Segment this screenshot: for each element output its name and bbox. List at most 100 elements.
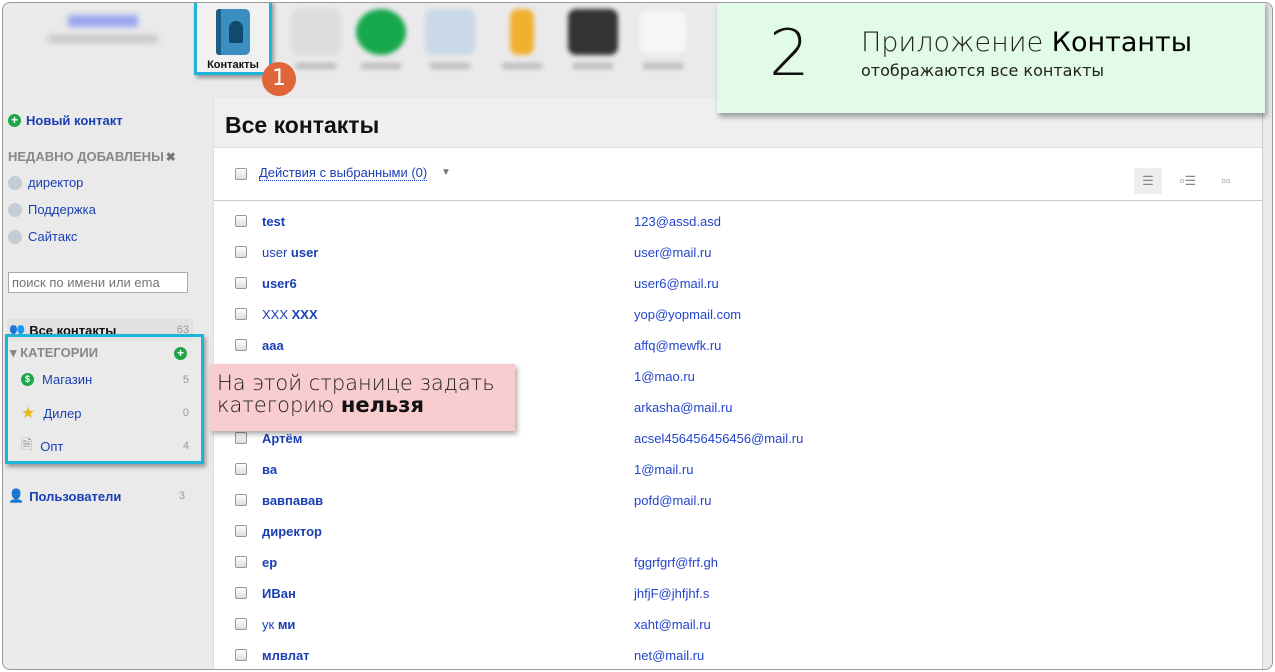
contact-row[interactable]: ва 1@mail.ru [214,454,1262,485]
sidebar-item-users[interactable]: 👤 Пользователи 3 [8,488,189,504]
contact-email[interactable]: acsel456456456456@mail.ru [634,431,803,446]
contact-name[interactable]: Артём [262,431,302,446]
app-site[interactable] [628,9,698,75]
contact-first-name: ук [262,617,278,632]
contact-row[interactable]: ук ми xaht@mail.ru [214,609,1262,640]
contact-row[interactable]: XXX XXX yop@yopmail.com [214,299,1262,330]
search-input[interactable] [8,272,188,293]
contact-name[interactable]: ИВан [262,586,296,601]
detail-view-icon[interactable]: ▫☰ [1174,168,1202,194]
contact-email[interactable]: jhfjF@jhfjhf.s [634,586,709,601]
app-finance[interactable] [346,9,416,75]
categories-header[interactable]: ▾ КАТЕГОРИИ [10,345,98,361]
contact-name[interactable]: user6 [262,276,297,291]
recent-item[interactable]: Сайтакс [8,229,77,244]
contact-email[interactable]: pofd@mail.ru [634,493,712,508]
close-icon[interactable]: ✖ [166,150,176,164]
category-item[interactable]: 🗎 Опт 4 [21,434,193,458]
row-checkbox[interactable] [235,463,247,475]
toolbar: Действия с выбранными (0) ▼ ☰ ▫☰ ▫▫ [214,148,1262,201]
contact-row[interactable]: user6 user6@mail.ru [214,268,1262,299]
contact-email[interactable]: xaht@mail.ru [634,617,711,632]
contact-last-name: Артём [262,431,303,446]
row-checkbox[interactable] [235,246,247,258]
contact-email[interactable]: fggrfgrf@frf.gh [634,555,718,570]
contact-email[interactable]: 1@mao.ru [634,369,695,384]
contact-first-name: XXX [262,307,292,322]
recent-item-label: Поддержка [28,202,96,217]
contact-row[interactable]: вавпавав pofd@mail.ru [214,485,1262,516]
row-checkbox[interactable] [235,308,247,320]
contact-name[interactable]: test [262,214,285,229]
row-checkbox[interactable] [235,215,247,227]
contact-name[interactable]: директор [262,524,322,539]
contact-name[interactable]: user user [262,245,318,260]
list-view-icon[interactable]: ☰ [1134,168,1162,194]
contact-email[interactable]: 1@mail.ru [634,462,693,477]
company-icon [8,229,22,244]
category-item[interactable]: $ Магазин 5 [21,372,193,387]
note-callout: На этой странице задать категорию нельзя [210,364,515,431]
row-checkbox[interactable] [235,618,247,630]
row-checkbox[interactable] [235,432,247,444]
contact-row[interactable]: млвлат net@mail.ru [214,640,1262,669]
contact-name[interactable]: ук ми [262,617,295,632]
app-photos[interactable] [558,9,628,75]
contact-last-name: ИВан [262,586,296,601]
contact-name[interactable]: ва [262,462,277,477]
contact-first-name: user [262,245,291,260]
select-all-checkbox[interactable] [235,168,247,180]
contact-row[interactable]: test 123@assd.asd [214,206,1262,237]
row-checkbox[interactable] [235,649,247,661]
person-icon [8,175,22,190]
row-checkbox[interactable] [235,587,247,599]
new-contact-link[interactable]: + Новый контакт [8,113,123,128]
contact-email[interactable]: affq@mewfk.ru [634,338,721,353]
category-item[interactable]: ★ Дилер 0 [21,403,193,423]
contact-email[interactable]: net@mail.ru [634,648,704,663]
add-category-icon[interactable]: + [174,347,187,360]
contact-last-name: вавпавав [262,493,324,508]
contact-row[interactable]: user user user@mail.ru [214,237,1262,268]
contact-name[interactable]: вавпавав [262,493,323,508]
row-checkbox[interactable] [235,277,247,289]
contact-email[interactable]: yop@yopmail.com [634,307,741,322]
contact-row[interactable]: директор [214,516,1262,547]
contact-email[interactable]: user@mail.ru [634,245,712,260]
recent-item[interactable]: директор [8,175,83,190]
contact-row[interactable]: ер fggrfgrf@frf.gh [214,547,1262,578]
row-checkbox[interactable] [235,556,247,568]
contact-name[interactable]: XXX XXX [262,307,318,322]
categories-header-label: КАТЕГОРИИ [20,345,99,360]
app-contacts[interactable]: Контакты [194,3,272,75]
category-label: Дилер [43,405,82,421]
recent-item[interactable]: Поддержка [8,202,96,217]
contact-last-name: млвлат [262,648,310,663]
row-checkbox[interactable] [235,339,247,351]
account-logo[interactable] [43,15,163,55]
contact-row[interactable]: ИВан jhfjF@jhfjhf.s [214,578,1262,609]
category-label: Опт [40,438,64,454]
contact-email[interactable]: arkasha@mail.ru [634,400,732,415]
app-mail[interactable] [281,9,351,75]
contact-last-name: test [262,214,286,229]
contact-last-name: XXX [291,307,318,322]
users-count: 3 [178,490,185,502]
contact-row[interactable]: aaa affq@mewfk.ru [214,330,1262,361]
app-calendar[interactable] [415,9,485,75]
row-checkbox[interactable] [235,494,247,506]
bulk-actions-dropdown[interactable]: Действия с выбранными (0) [259,165,428,181]
category-count: 0 [182,407,189,419]
contact-email[interactable]: user6@mail.ru [634,276,719,291]
contact-name[interactable]: ер [262,555,277,570]
app-notes[interactable] [487,9,557,75]
grid-view-icon[interactable]: ▫▫ [1212,168,1240,194]
callout-title-regular: Приложение [861,27,1052,58]
step-badge: 1 [262,62,296,96]
row-checkbox[interactable] [235,525,247,537]
contact-email[interactable]: 123@assd.asd [634,214,721,229]
app-contacts-label: Контакты [207,59,259,71]
note-line-2-bold: нельзя [340,393,424,417]
contact-name[interactable]: млвлат [262,648,310,663]
contact-name[interactable]: aaa [262,338,284,353]
